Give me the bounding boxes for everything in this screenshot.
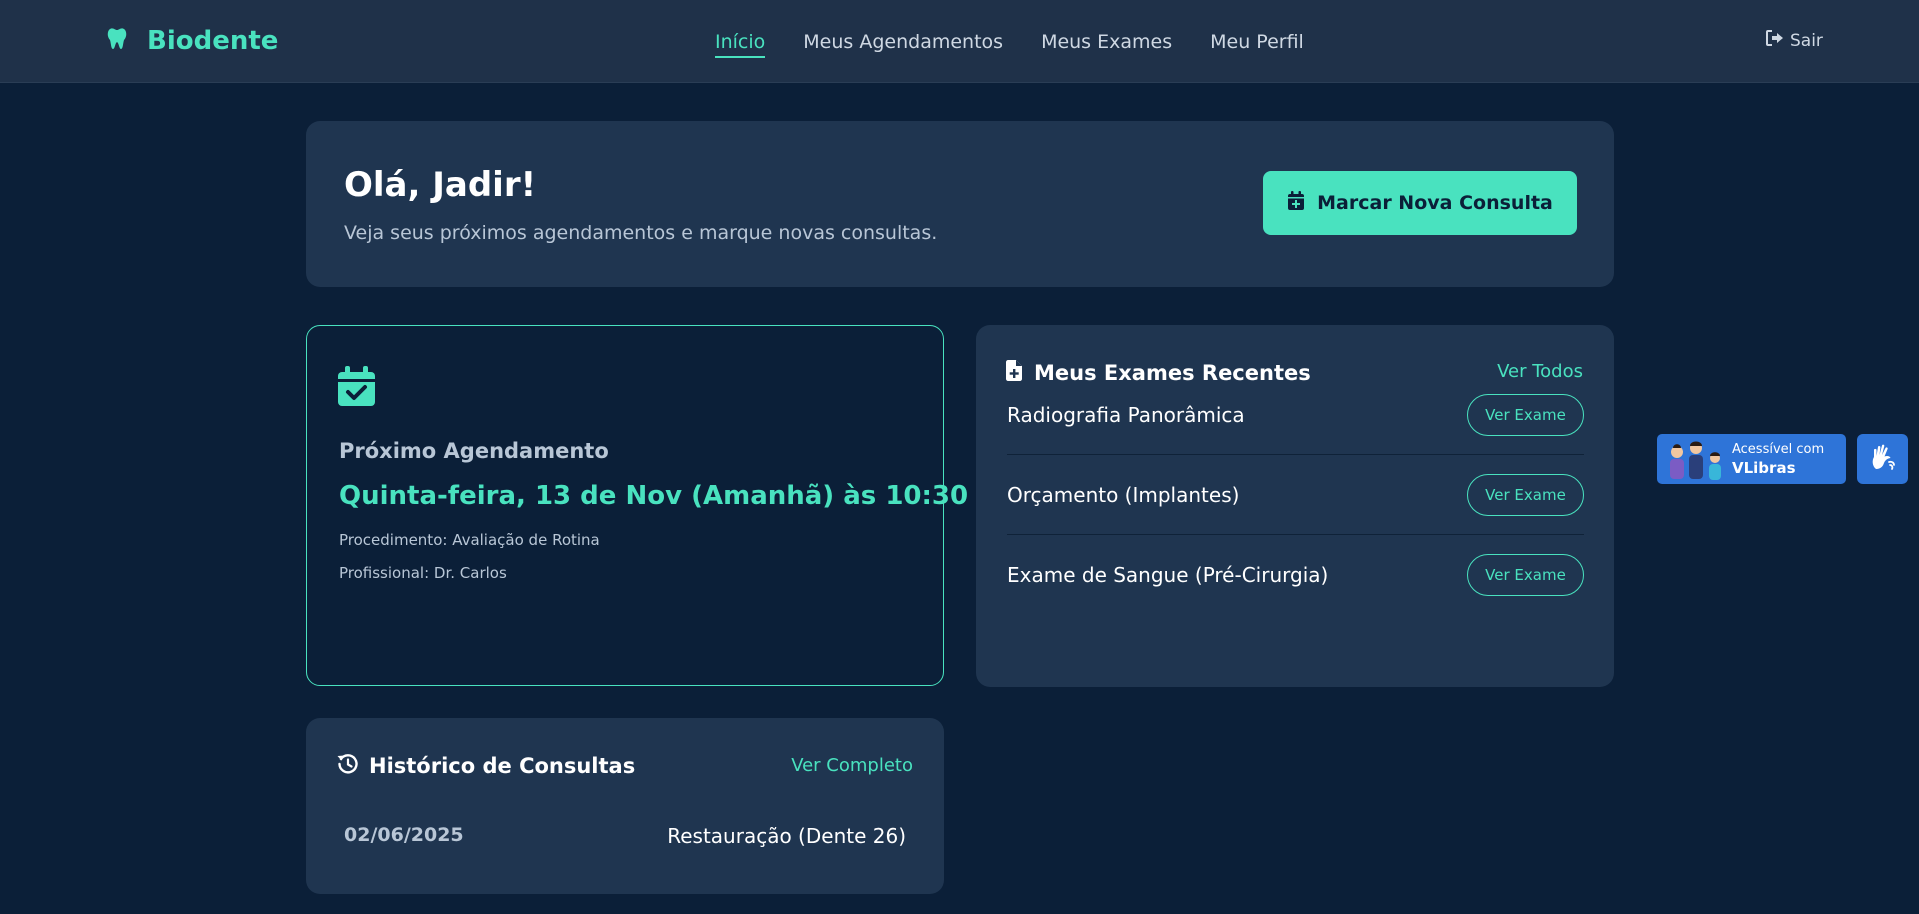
- nav-item-meu-perfil[interactable]: Meu Perfil: [1210, 28, 1304, 58]
- history-header: Histórico de Consultas: [337, 753, 635, 779]
- view-exam-button[interactable]: Ver Exame: [1467, 554, 1584, 596]
- vlibras-line1: Acessível com: [1732, 442, 1825, 457]
- history-title: Histórico de Consultas: [369, 754, 636, 778]
- calendar-plus-icon: [1287, 190, 1305, 216]
- vlibras-badge[interactable]: Acessível com VLibras: [1657, 434, 1846, 484]
- history-icon: [337, 753, 359, 779]
- exam-row: Exame de Sangue (Pré-Cirurgia) Ver Exame: [1007, 535, 1584, 615]
- new-appointment-label: Marcar Nova Consulta: [1317, 192, 1553, 214]
- sign-language-hand-icon: [1868, 442, 1898, 476]
- tooth-icon: [107, 27, 127, 55]
- sign-out-icon: [1766, 30, 1784, 51]
- brand-name: Biodente: [147, 26, 279, 56]
- next-appointment-title: Próximo Agendamento: [339, 439, 609, 463]
- exam-row: Radiografia Panorâmica Ver Exame: [1007, 375, 1584, 455]
- exam-name: Radiografia Panorâmica: [1007, 402, 1245, 427]
- next-appointment-procedure: Procedimento: Avaliação de Rotina: [339, 531, 600, 549]
- history-date: 02/06/2025: [344, 824, 464, 846]
- logout-button[interactable]: Sair: [1766, 30, 1823, 51]
- calendar-check-icon: [338, 366, 375, 410]
- vlibras-button[interactable]: [1857, 434, 1908, 484]
- nav-item-meus-exames[interactable]: Meus Exames: [1041, 28, 1172, 58]
- exam-name: Orçamento (Implantes): [1007, 482, 1240, 507]
- main-nav: Início Meus Agendamentos Meus Exames Meu…: [715, 28, 1304, 58]
- history-procedure: Restauração (Dente 26): [667, 824, 906, 848]
- consultation-history-card: Histórico de Consultas Ver Completo 02/0…: [306, 718, 944, 894]
- vlibras-line2: VLibras: [1732, 459, 1796, 477]
- nav-item-meus-agendamentos[interactable]: Meus Agendamentos: [803, 28, 1003, 58]
- exam-name: Exame de Sangue (Pré-Cirurgia): [1007, 563, 1329, 587]
- next-appointment-professional: Profissional: Dr. Carlos: [339, 564, 507, 582]
- nav-item-inicio[interactable]: Início: [715, 28, 766, 58]
- next-appointment-date: Quinta-feira, 13 de Nov (Amanhã) às 10:3…: [339, 481, 969, 511]
- view-exam-button[interactable]: Ver Exame: [1467, 393, 1584, 436]
- view-exam-button[interactable]: Ver Exame: [1467, 473, 1584, 516]
- welcome-subtitle: Veja seus próximos agendamentos e marque…: [344, 222, 938, 244]
- recent-exams-card: Meus Exames Recentes Ver Todos Radiograf…: [976, 325, 1614, 687]
- next-appointment-card: Próximo Agendamento Quinta-feira, 13 de …: [306, 325, 968, 686]
- vlibras-avatars-icon: [1663, 438, 1727, 486]
- welcome-card: Olá, Jadir! Veja seus próximos agendamen…: [306, 121, 1614, 287]
- logout-label: Sair: [1790, 30, 1823, 51]
- brand[interactable]: Biodente: [107, 25, 278, 57]
- see-full-history-link[interactable]: Ver Completo: [791, 755, 913, 776]
- welcome-title: Olá, Jadir!: [344, 165, 537, 205]
- exam-row: Orçamento (Implantes) Ver Exame: [1007, 455, 1584, 535]
- top-navbar: Biodente Início Meus Agendamentos Meus E…: [0, 0, 1919, 83]
- new-appointment-button[interactable]: Marcar Nova Consulta: [1263, 171, 1577, 235]
